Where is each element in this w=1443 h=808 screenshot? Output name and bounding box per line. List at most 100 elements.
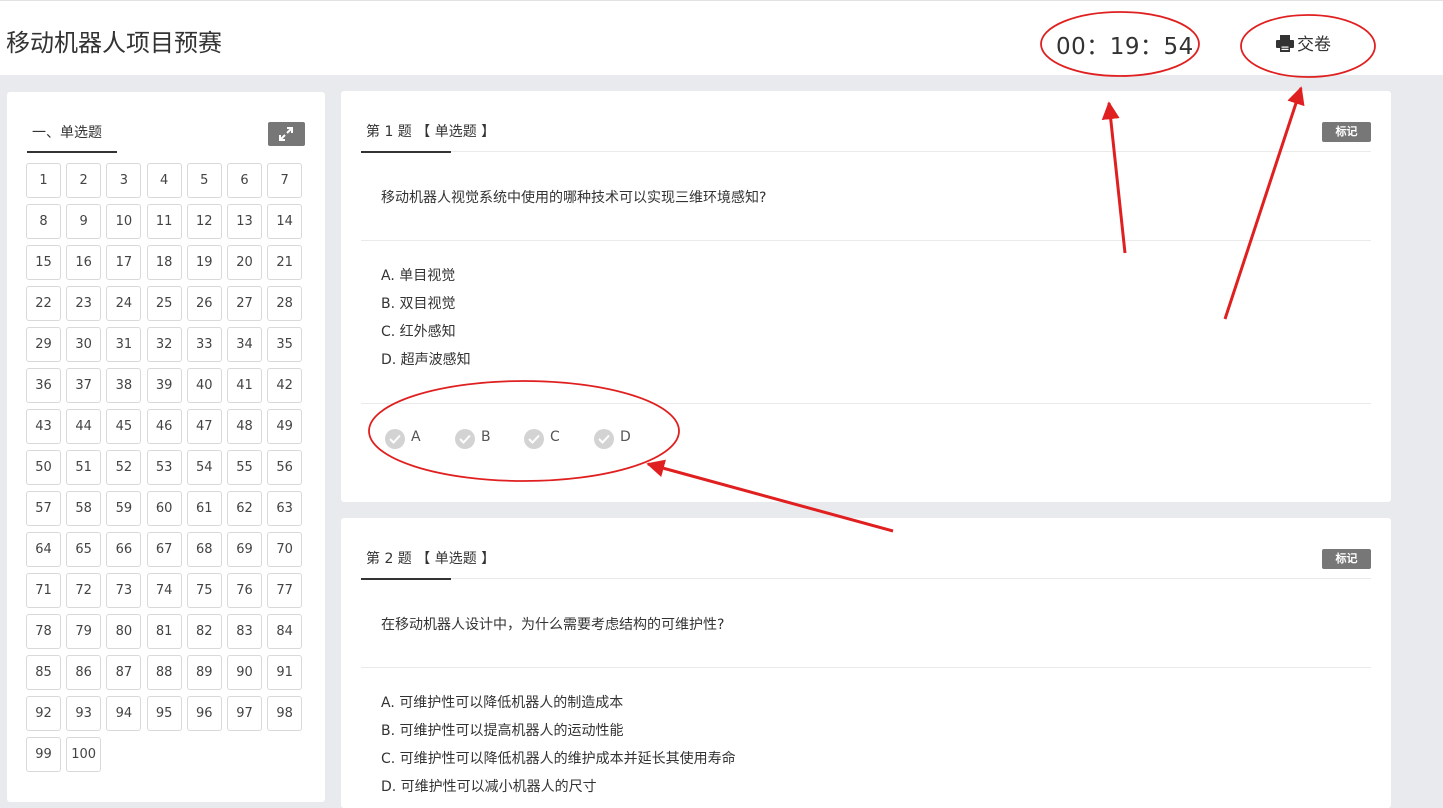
question-number-button[interactable]: 54 [186, 450, 222, 485]
question-number-button[interactable]: 47 [186, 409, 222, 444]
question-number-button[interactable]: 14 [267, 204, 303, 239]
question-number-button[interactable]: 48 [227, 409, 262, 444]
question-number-button[interactable]: 79 [66, 614, 102, 649]
question-number-button[interactable]: 27 [227, 286, 262, 321]
question-number-button[interactable]: 38 [106, 368, 142, 403]
question-number-button[interactable]: 95 [146, 696, 182, 731]
question-number-button[interactable]: 3 [106, 163, 142, 198]
question-number-button[interactable]: 92 [26, 696, 61, 731]
question-number-button[interactable]: 63 [267, 491, 303, 526]
question-number-button[interactable]: 55 [227, 450, 262, 485]
question-number-button[interactable]: 87 [106, 655, 142, 690]
question-number-button[interactable]: 15 [26, 245, 61, 280]
question-number-button[interactable]: 10 [106, 204, 142, 239]
section-tab-single-choice[interactable]: 一、单选题 [27, 122, 117, 153]
question-number-button[interactable]: 28 [267, 286, 303, 321]
question-number-button[interactable]: 45 [106, 409, 142, 444]
question-number-button[interactable]: 41 [227, 368, 262, 403]
question-number-button[interactable]: 44 [66, 409, 102, 444]
question-number-button[interactable]: 26 [186, 286, 222, 321]
question-number-button[interactable]: 71 [26, 573, 61, 608]
question-number-button[interactable]: 4 [146, 163, 182, 198]
question-number-button[interactable]: 68 [186, 532, 222, 567]
question-number-button[interactable]: 25 [146, 286, 182, 321]
question-number-button[interactable]: 89 [186, 655, 222, 690]
question-number-button[interactable]: 52 [106, 450, 142, 485]
question-number-button[interactable]: 32 [146, 327, 182, 362]
question-number-button[interactable]: 73 [106, 573, 142, 608]
question-number-button[interactable]: 39 [146, 368, 182, 403]
question-number-button[interactable]: 70 [267, 532, 303, 567]
question-number-button[interactable]: 75 [186, 573, 222, 608]
question-number-button[interactable]: 58 [66, 491, 102, 526]
question-number-button[interactable]: 36 [26, 368, 61, 403]
question-number-button[interactable]: 62 [227, 491, 262, 526]
submit-exam-button[interactable]: 交卷 [1276, 30, 1331, 57]
question-number-button[interactable]: 69 [227, 532, 262, 567]
question-number-button[interactable]: 67 [146, 532, 182, 567]
question-number-button[interactable]: 81 [146, 614, 182, 649]
question-number-button[interactable]: 82 [186, 614, 222, 649]
question-number-button[interactable]: 56 [267, 450, 303, 485]
question-number-button[interactable]: 50 [26, 450, 61, 485]
question-number-button[interactable]: 35 [267, 327, 303, 362]
question-number-button[interactable]: 85 [26, 655, 61, 690]
question-number-button[interactable]: 64 [26, 532, 61, 567]
question-number-button[interactable]: 76 [227, 573, 262, 608]
question-number-button[interactable]: 8 [26, 204, 61, 239]
question-number-button[interactable]: 31 [106, 327, 142, 362]
question-number-button[interactable]: 57 [26, 491, 61, 526]
question-number-button[interactable]: 97 [227, 696, 262, 731]
question-number-button[interactable]: 100 [66, 737, 102, 772]
question-number-button[interactable]: 88 [146, 655, 182, 690]
question-number-button[interactable]: 46 [146, 409, 182, 444]
question-number-button[interactable]: 59 [106, 491, 142, 526]
question-number-button[interactable]: 86 [66, 655, 102, 690]
question-number-button[interactable]: 65 [66, 532, 102, 567]
question-number-button[interactable]: 19 [186, 245, 222, 280]
question-number-button[interactable]: 90 [227, 655, 262, 690]
question-number-button[interactable]: 93 [66, 696, 102, 731]
question-number-button[interactable]: 29 [26, 327, 61, 362]
question-number-button[interactable]: 6 [227, 163, 262, 198]
question-number-button[interactable]: 23 [66, 286, 102, 321]
question-number-button[interactable]: 98 [267, 696, 303, 731]
question-number-button[interactable]: 24 [106, 286, 142, 321]
question-number-button[interactable]: 11 [146, 204, 182, 239]
expand-button[interactable] [268, 122, 305, 146]
question-number-button[interactable]: 16 [66, 245, 102, 280]
mark-button[interactable]: 标记 [1322, 122, 1371, 142]
question-number-button[interactable]: 22 [26, 286, 61, 321]
question-number-button[interactable]: 34 [227, 327, 262, 362]
question-number-button[interactable]: 49 [267, 409, 303, 444]
question-number-button[interactable]: 43 [26, 409, 61, 444]
question-number-button[interactable]: 40 [186, 368, 222, 403]
question-number-button[interactable]: 37 [66, 368, 102, 403]
mark-button[interactable]: 标记 [1322, 549, 1371, 569]
question-number-button[interactable]: 78 [26, 614, 61, 649]
question-number-button[interactable]: 42 [267, 368, 303, 403]
question-number-button[interactable]: 99 [26, 737, 61, 772]
question-number-button[interactable]: 20 [227, 245, 262, 280]
question-number-button[interactable]: 77 [267, 573, 303, 608]
question-number-button[interactable]: 94 [106, 696, 142, 731]
question-number-button[interactable]: 9 [66, 204, 102, 239]
question-number-button[interactable]: 96 [186, 696, 222, 731]
question-number-button[interactable]: 12 [186, 204, 222, 239]
question-number-button[interactable]: 60 [146, 491, 182, 526]
question-number-button[interactable]: 1 [26, 163, 61, 198]
question-number-button[interactable]: 30 [66, 327, 102, 362]
question-number-button[interactable]: 72 [66, 573, 102, 608]
question-number-button[interactable]: 53 [146, 450, 182, 485]
question-number-button[interactable]: 18 [146, 245, 182, 280]
question-number-button[interactable]: 7 [267, 163, 303, 198]
question-number-button[interactable]: 83 [227, 614, 262, 649]
question-number-button[interactable]: 74 [146, 573, 182, 608]
question-number-button[interactable]: 84 [267, 614, 303, 649]
question-number-button[interactable]: 66 [106, 532, 142, 567]
question-number-button[interactable]: 5 [186, 163, 222, 198]
question-number-button[interactable]: 2 [66, 163, 102, 198]
question-number-button[interactable]: 80 [106, 614, 142, 649]
question-number-button[interactable]: 33 [186, 327, 222, 362]
question-number-button[interactable]: 61 [186, 491, 222, 526]
